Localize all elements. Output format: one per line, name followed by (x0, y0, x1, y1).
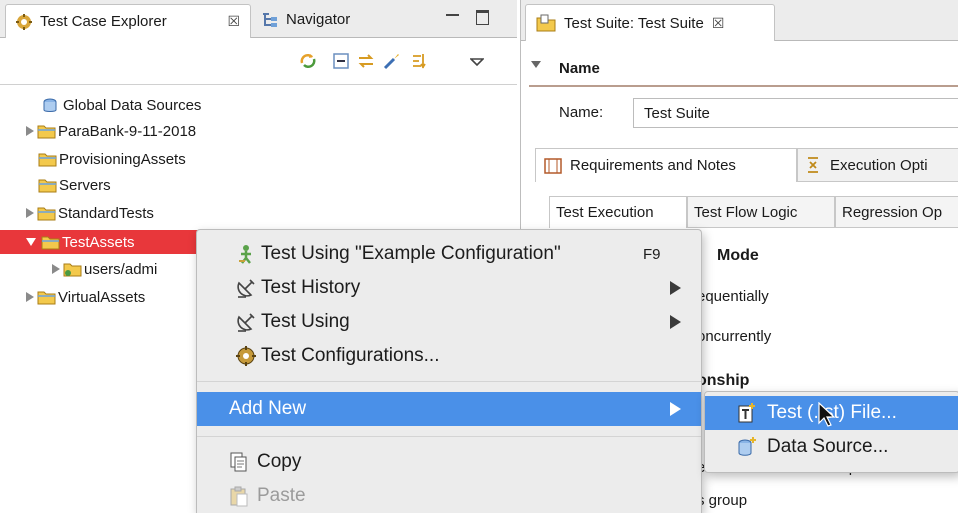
tree-item[interactable]: ProvisioningAssets (38, 146, 186, 172)
requirements-icon (544, 157, 562, 174)
section-collapse-icon[interactable] (531, 60, 541, 68)
submenu-arrow-icon (670, 281, 681, 295)
close-icon[interactable]: ☒ (712, 15, 725, 32)
collapse-arrow-icon[interactable] (26, 238, 36, 246)
test-suite-icon (536, 14, 556, 32)
left-tab-bar: Test Case Explorer ☒ Navigator (0, 0, 517, 38)
menu-item-test-using-example[interactable]: Test Using "Example Configuration" F9 (197, 238, 701, 270)
test-case-explorer-icon (15, 13, 33, 31)
subtab-regression-options[interactable]: Regression Op (835, 196, 958, 228)
expand-arrow-icon[interactable] (52, 264, 60, 274)
group-option-label[interactable]: s group (697, 492, 747, 509)
database-icon (42, 98, 61, 113)
folder-icon (37, 206, 56, 221)
link-editor-icon[interactable] (356, 51, 376, 71)
subtab-test-flow-logic[interactable]: Test Flow Logic (687, 196, 835, 228)
menu-item-add-new[interactable]: Add New (197, 392, 701, 426)
menu-separator (197, 381, 701, 382)
configurations-icon (235, 345, 257, 367)
mouse-pointer-icon (818, 401, 836, 428)
tree-item-selected[interactable]: TestAssets (0, 230, 198, 254)
tree-item[interactable]: Servers (38, 172, 111, 198)
tab-navigator[interactable]: Navigator (252, 3, 392, 36)
tab-requirements-and-notes[interactable]: Requirements and Notes (535, 148, 797, 182)
sync-icon[interactable] (298, 51, 318, 71)
tab-test-case-explorer[interactable]: Test Case Explorer ☒ (5, 4, 251, 38)
maximize-icon[interactable] (476, 10, 489, 25)
name-label: Name: (559, 104, 604, 121)
folder-icon (37, 290, 56, 305)
submenu-item-data-source[interactable]: Data Source... (705, 430, 958, 464)
tree-item[interactable]: users/admi (52, 256, 157, 282)
tab-test-suite[interactable]: Test Suite: Test Suite ☒ (525, 4, 775, 41)
tree-item[interactable]: ParaBank-9-11-2018 (26, 118, 196, 144)
folder-icon (38, 152, 57, 167)
tab-label: Test Suite: Test Suite (564, 14, 704, 32)
users-folder-icon (63, 262, 82, 277)
execution-options-icon (806, 156, 820, 174)
section-title: Name (559, 59, 600, 77)
menu-item-paste[interactable]: Paste (197, 480, 701, 512)
name-input[interactable]: Test Suite (633, 98, 958, 128)
copy-icon (229, 451, 251, 473)
menu-separator (197, 436, 701, 437)
tree-item[interactable]: Global Data Sources (42, 92, 201, 118)
folder-icon (41, 235, 60, 250)
satellite-icon (235, 311, 257, 333)
navigator-icon (261, 11, 279, 29)
run-test-icon (235, 243, 257, 265)
menu-item-copy[interactable]: Copy (197, 446, 701, 478)
editor-tab-bar: Test Suite: Test Suite ☒ (521, 0, 958, 41)
expand-arrow-icon[interactable] (26, 292, 34, 302)
tab-execution-options[interactable]: Execution Opti (797, 148, 958, 182)
collapse-all-icon[interactable] (331, 51, 351, 71)
context-menu: Test Using "Example Configuration" F9 Te… (196, 229, 702, 513)
tab-label: Test Case Explorer (40, 13, 167, 30)
relationship-heading: onship (697, 372, 750, 389)
filter-icon[interactable] (410, 51, 430, 71)
menu-item-test-using[interactable]: Test Using (197, 306, 701, 338)
tree-item[interactable]: StandardTests (26, 200, 154, 226)
tree-item[interactable]: VirtualAssets (26, 284, 145, 310)
view-toolbar (0, 38, 517, 85)
submenu-arrow-icon (670, 402, 681, 416)
folder-icon (37, 124, 56, 139)
tab-label: Navigator (286, 11, 351, 28)
sequentially-option-label[interactable]: equentially (697, 288, 769, 305)
expand-arrow-icon[interactable] (26, 126, 34, 136)
satellite-icon (235, 277, 257, 299)
close-icon[interactable]: ☒ (227, 13, 240, 30)
concurrently-option-label[interactable]: oncurrently (697, 328, 771, 345)
menu-item-test-configurations[interactable]: Test Configurations... (197, 340, 701, 372)
mode-heading: Mode (717, 247, 759, 264)
minimize-icon[interactable] (446, 14, 459, 16)
name-section-header[interactable]: Name (529, 51, 958, 87)
new-data-source-icon (737, 436, 757, 458)
accelerator-key: F9 (643, 246, 661, 263)
expand-arrow-icon[interactable] (26, 208, 34, 218)
paste-icon (229, 485, 251, 507)
view-menu-chevron-icon[interactable] (469, 54, 490, 74)
submenu-arrow-icon (670, 315, 681, 329)
subtab-test-execution[interactable]: Test Execution (549, 196, 687, 228)
new-test-file-icon (737, 402, 757, 424)
folder-icon (38, 178, 57, 193)
quick-fix-icon[interactable] (382, 51, 402, 71)
menu-item-test-history[interactable]: Test History (197, 272, 701, 304)
